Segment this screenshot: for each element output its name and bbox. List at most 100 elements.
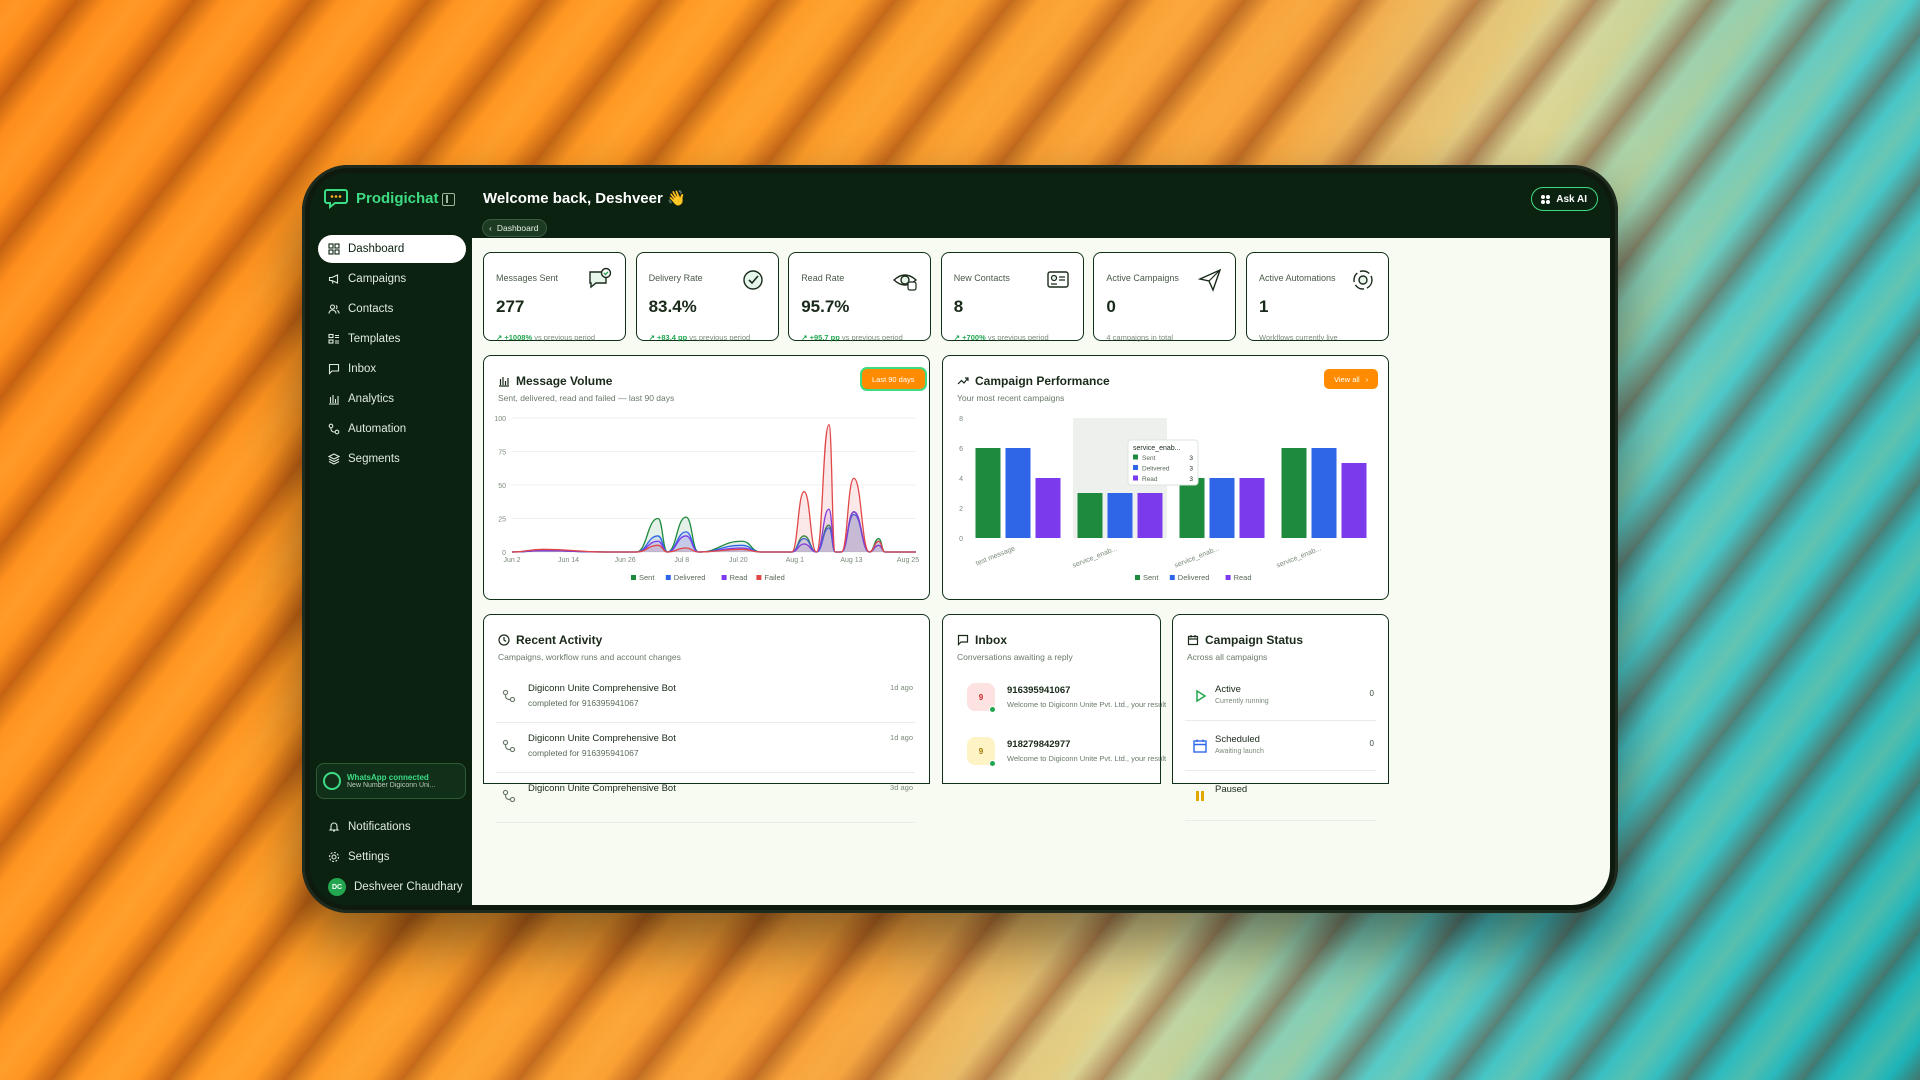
sidebar-item-notifications[interactable]: Notifications (318, 813, 466, 841)
bar-delivered[interactable] (1005, 448, 1031, 538)
legend-label: Delivered (674, 573, 706, 582)
tooltip-value: 3 (1189, 455, 1193, 462)
sidebar-item-contacts[interactable]: Contacts (318, 295, 466, 323)
sidebar-item-templates[interactable]: Templates (318, 325, 466, 353)
legend-label: Sent (1143, 573, 1159, 582)
bell-icon (328, 822, 340, 832)
legend-label: Delivered (1178, 573, 1210, 582)
bar-read[interactable] (1137, 493, 1163, 538)
whatsapp-status[interactable]: WhatsApp connected New Number Digiconn U… (316, 763, 466, 799)
conversation-item[interactable]: 9 918279842977 Welcome to Digiconn Unite P… (955, 727, 1166, 779)
sidebar-item-label: Automation (348, 423, 407, 435)
recent-activity-card: Recent Activity Campaigns, workflow runs… (483, 614, 930, 823)
bar-sent[interactable] (1281, 448, 1307, 538)
kpi-label: Active Automations (1259, 273, 1336, 283)
recent-activity-title: Recent Activity (516, 633, 603, 647)
kpi-card-active-campaigns[interactable]: Active Campaigns 0 4 campaigns in total (1093, 252, 1237, 342)
conversation-item[interactable]: 9 916395941067 Welcome to Digiconn Unite P… (955, 673, 1166, 725)
bar-delivered[interactable] (1209, 478, 1235, 538)
sidebar-item-campaigns[interactable]: Campaigns (318, 265, 466, 293)
kpi-value: 8 (953, 297, 964, 316)
sidebar-item-label: Campaigns (348, 273, 407, 285)
automation-icon (1350, 267, 1376, 293)
date-range-button[interactable]: Last 90 days (862, 369, 925, 389)
series-area-failed (512, 424, 916, 552)
legend-swatch (1225, 575, 1231, 580)
user-profile[interactable]: DC Deshveer Chaudhary (318, 873, 466, 901)
breadcrumb-label: Dashboard (496, 223, 539, 233)
bar-sent[interactable] (1077, 493, 1103, 538)
x-tick-label: Jun 26 (615, 557, 636, 564)
activity-title: Digiconn Unite Comprehensive Bot (528, 683, 676, 694)
view-all-button[interactable]: View all › (1324, 369, 1379, 389)
x-tick-label: service_enab... (1072, 545, 1119, 569)
status-item-active[interactable]: Active Currently running 0 (1185, 673, 1376, 721)
sidebar-item-analytics[interactable]: Analytics (318, 385, 466, 413)
kpi-suffix: vs previous period (534, 333, 596, 342)
bar-sent[interactable] (975, 448, 1001, 538)
legend-swatch (665, 575, 671, 580)
x-tick-label: Jul 20 (729, 557, 748, 564)
sidebar-item-dashboard[interactable]: Dashboard (318, 235, 466, 263)
y-tick-label: 6 (959, 446, 963, 453)
recent-activity-subtitle: Campaigns, workflow runs and account cha… (498, 652, 681, 662)
tooltip-series: Read (1142, 476, 1158, 483)
sidebar-item-segments[interactable]: Segments (318, 445, 466, 473)
sidebar-item-label: Inbox (348, 363, 377, 375)
y-tick-label: 2 (959, 506, 963, 513)
sidebar-item-inbox[interactable]: Inbox (318, 355, 466, 383)
kpi-suffix: 4 campaigns in total (1106, 333, 1174, 342)
bar-delivered[interactable] (1107, 493, 1133, 538)
kpi-card-active-automations[interactable]: Active Automations 1 Workflows currently l… (1246, 252, 1389, 342)
sidebar-collapse-icon[interactable] (442, 193, 455, 206)
clock-icon (498, 634, 510, 646)
kpi-suffix: vs previous period (841, 333, 903, 342)
kpi-card-new-contacts[interactable]: New Contacts 8 ↗ +700% vs previous period (940, 252, 1084, 342)
message-volume-subtitle: Sent, delivered, read and failed — last … (498, 393, 675, 403)
y-tick-label: 0 (502, 550, 506, 557)
bar-sent[interactable] (1179, 478, 1205, 538)
bar-read[interactable] (1341, 463, 1367, 538)
status-title: Paused (1215, 784, 1248, 795)
message-preview: Welcome to Digiconn Unite Pvt. Ltd., you… (1007, 754, 1167, 763)
sidebar-item-label: Settings (348, 851, 390, 863)
device-frame: Prodigichat Dashboard Campaigns Contacts Te… (302, 165, 1618, 913)
message-icon (328, 363, 340, 375)
page-title: Welcome back, Deshveer 👋 (483, 189, 686, 207)
contact-card-icon (1045, 267, 1071, 293)
kpi-card-messages-sent[interactable]: Messages Sent 277 ↗ +1008% vs previous per… (483, 252, 626, 342)
status-item-paused[interactable]: Paused (1185, 773, 1376, 821)
legend-swatch (631, 575, 636, 580)
send-icon (1197, 267, 1223, 293)
sidebar-item-automation[interactable]: Automation (318, 415, 466, 443)
workflow-icon (502, 789, 516, 803)
kpi-card-read-rate[interactable]: Read Rate 95.7% ↗ +95.7 pp vs previous per… (788, 252, 932, 342)
sidebar-item-settings[interactable]: Settings (318, 843, 466, 871)
sidebar-item-label: Contacts (348, 303, 394, 315)
avatar: DC (328, 878, 346, 896)
activity-item[interactable]: Digiconn Unite Comprehensive Bot complete… (496, 723, 915, 773)
date-range-label: Last 90 days (872, 374, 915, 384)
bar-read[interactable] (1239, 478, 1265, 538)
y-tick-label: 4 (959, 476, 963, 483)
brand[interactable]: Prodigichat (324, 187, 439, 209)
bar-read[interactable] (1035, 478, 1061, 538)
user-name: Deshveer Chaudhary (354, 881, 463, 893)
ask-ai-button[interactable]: Ask AI (1531, 187, 1598, 211)
tooltip-series: Delivered (1142, 466, 1170, 473)
kpi-suffix: Workflows currently live (1259, 333, 1338, 342)
sidebar-item-label: Dashboard (348, 243, 405, 255)
activity-item[interactable]: Digiconn Unite Comprehensive Bot 3d ago (496, 773, 915, 823)
kpi-card-delivery-rate[interactable]: Delivery Rate 83.4% ↗ +83.4 pp vs previous… (635, 252, 779, 342)
activity-time: 1d ago (890, 683, 913, 692)
campaign-performance-card: Campaign Performance Your most recent ca… (942, 355, 1389, 600)
status-item-scheduled[interactable]: Scheduled Awaiting launch 0 (1185, 723, 1376, 771)
activity-item[interactable]: Digiconn Unite Comprehensive Bot complete… (496, 673, 915, 723)
kpi-subtext: ↗ +83.4 pp vs previous period (649, 333, 751, 342)
y-tick-label: 100 (494, 416, 506, 423)
kpi-suffix: vs previous period (987, 333, 1049, 342)
gear-icon (328, 851, 340, 863)
breadcrumb[interactable]: ‹ Dashboard (482, 219, 548, 237)
bar-delivered[interactable] (1311, 448, 1337, 538)
eye-icon (892, 267, 918, 293)
